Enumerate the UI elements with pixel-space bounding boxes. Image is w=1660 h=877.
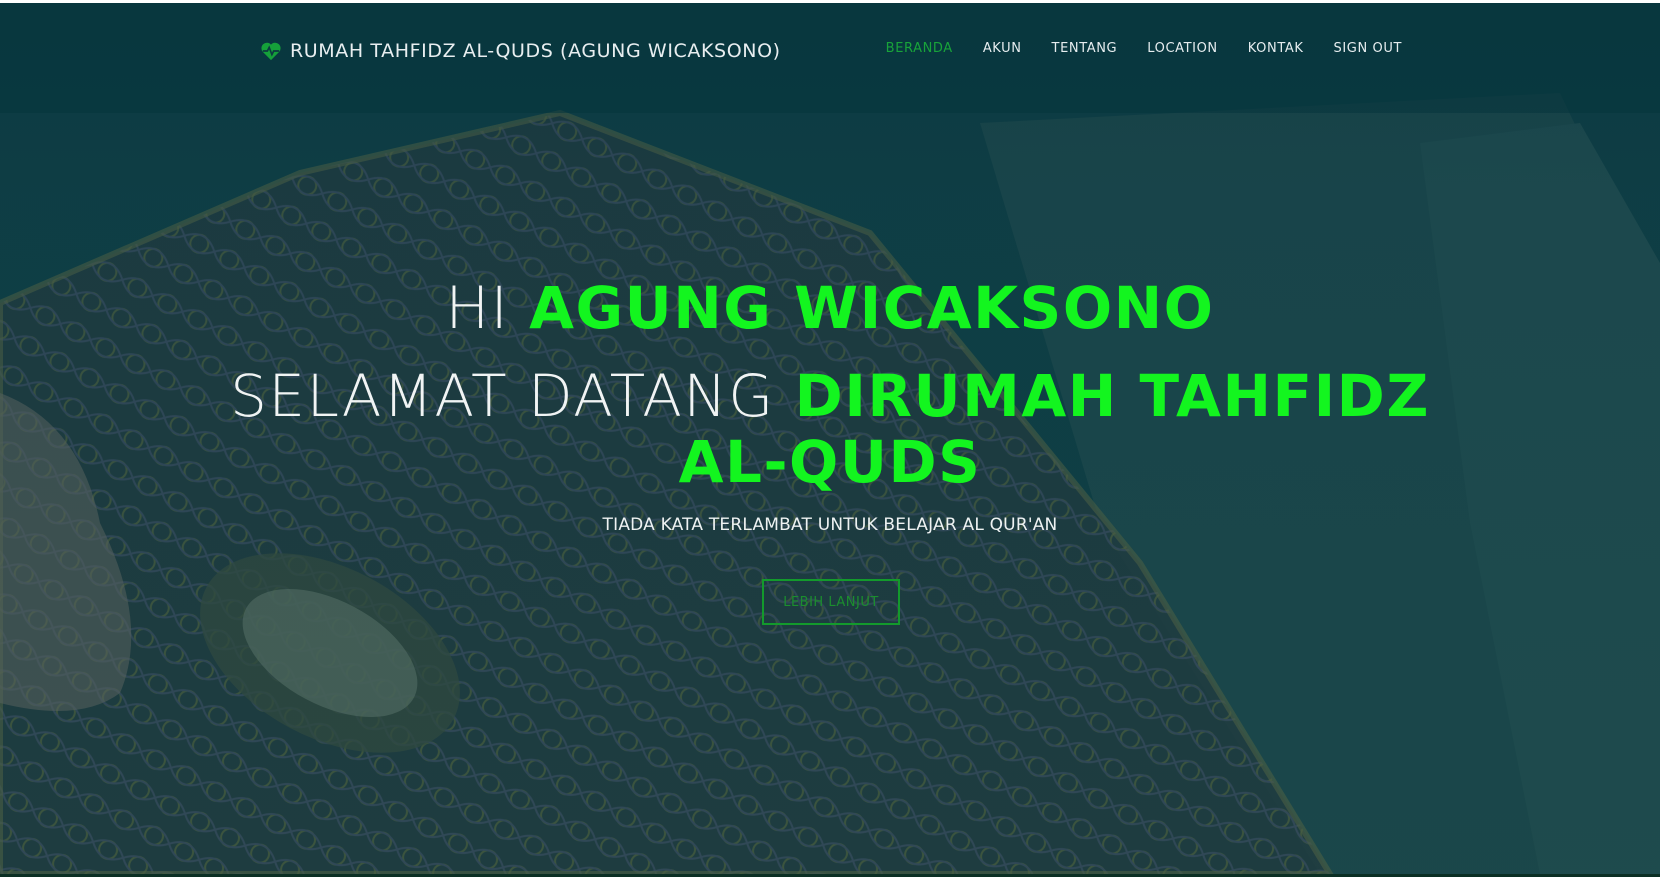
nav-item-akun[interactable]: AKUN: [983, 41, 1022, 56]
brand[interactable]: RUMAH TAHFIDZ AL-QUDS (AGUNG WICAKSONO): [260, 37, 781, 65]
welcome-highlight-continued: AL-QUDS: [678, 428, 982, 496]
hero-tagline: TIADA KATA TERLAMBAT UNTUK BELAJAR AL QU…: [602, 515, 1058, 535]
nav-item-tentang[interactable]: TENTANG: [1052, 41, 1118, 56]
nav-item-location[interactable]: LOCATION: [1147, 41, 1218, 56]
greeting-heading: HI AGUNG WICAKSONO: [0, 275, 1660, 341]
nav-item-kontak[interactable]: KONTAK: [1248, 41, 1304, 56]
welcome-highlight: DIRUMAH TAHFIDZ: [794, 362, 1430, 430]
main-nav: BERANDA AKUN TENTANG LOCATION KONTAK SIG…: [886, 41, 1402, 56]
welcome-prefix: SELAMAT DATANG: [230, 362, 795, 430]
welcome-heading-continued: AL-QUDS: [0, 429, 1660, 495]
hero-section: RUMAH TAHFIDZ AL-QUDS (AGUNG WICAKSONO) …: [0, 3, 1660, 874]
nav-item-beranda[interactable]: BERANDA: [886, 41, 953, 56]
greeting-prefix: HI: [445, 274, 530, 342]
welcome-heading: SELAMAT DATANG DIRUMAH TAHFIDZ: [0, 363, 1660, 429]
nav-item-sign-out[interactable]: SIGN OUT: [1333, 41, 1402, 56]
user-name: AGUNG WICAKSONO: [529, 274, 1215, 342]
brand-title: RUMAH TAHFIDZ AL-QUDS (AGUNG WICAKSONO): [290, 40, 781, 62]
learn-more-button[interactable]: LEBIH LANJUT: [762, 579, 900, 625]
heartbeat-icon: [261, 42, 281, 61]
